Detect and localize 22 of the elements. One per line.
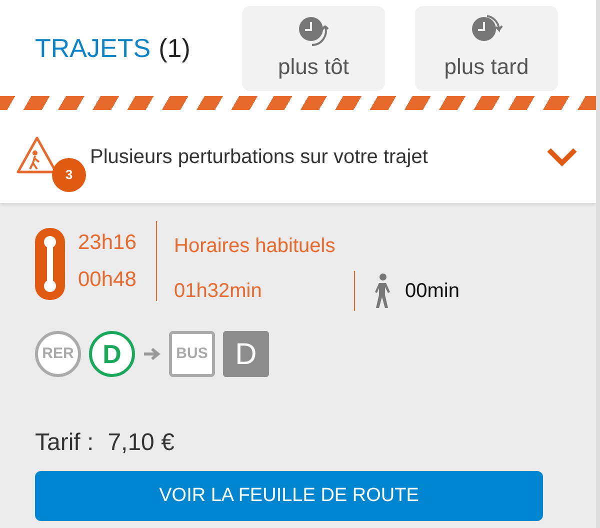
trip-duration: 01h32min <box>174 279 263 304</box>
fare-label: Tarif : <box>35 428 94 458</box>
disruption-text: Plusieurs perturbations sur votre trajet <box>90 144 429 170</box>
line-badge: D <box>89 331 135 377</box>
schedule-label: Horaires habituels <box>174 234 336 259</box>
view-roadmap-button[interactable]: VOIR LA FEUILLE DE ROUTE <box>35 471 543 521</box>
time-shift-button[interactable]: plus tard <box>415 6 558 90</box>
result-count: (1) <box>158 32 190 64</box>
rer-mode-badge: RER <box>35 331 81 377</box>
disruption-banner[interactable]: 3 Plusieurs perturbations sur votre trajet <box>0 110 596 203</box>
departure-time: 23h16 <box>78 230 138 256</box>
line-badge: D <box>223 331 269 377</box>
walking-person-icon <box>373 273 393 309</box>
arrival-time: 00h48 <box>78 267 138 293</box>
arrow-icon <box>143 347 161 361</box>
chevron-icon[interactable] <box>546 146 578 166</box>
page-title: TRAJETS <box>35 32 151 64</box>
time-shift-button[interactable]: plus tôt <box>242 6 385 90</box>
bus-mode-badge: BUS <box>169 331 215 377</box>
walking-time: 00min <box>405 279 460 304</box>
fare-price: 7,10 € <box>108 428 174 458</box>
disruption-count-badge: 3 <box>52 158 86 192</box>
